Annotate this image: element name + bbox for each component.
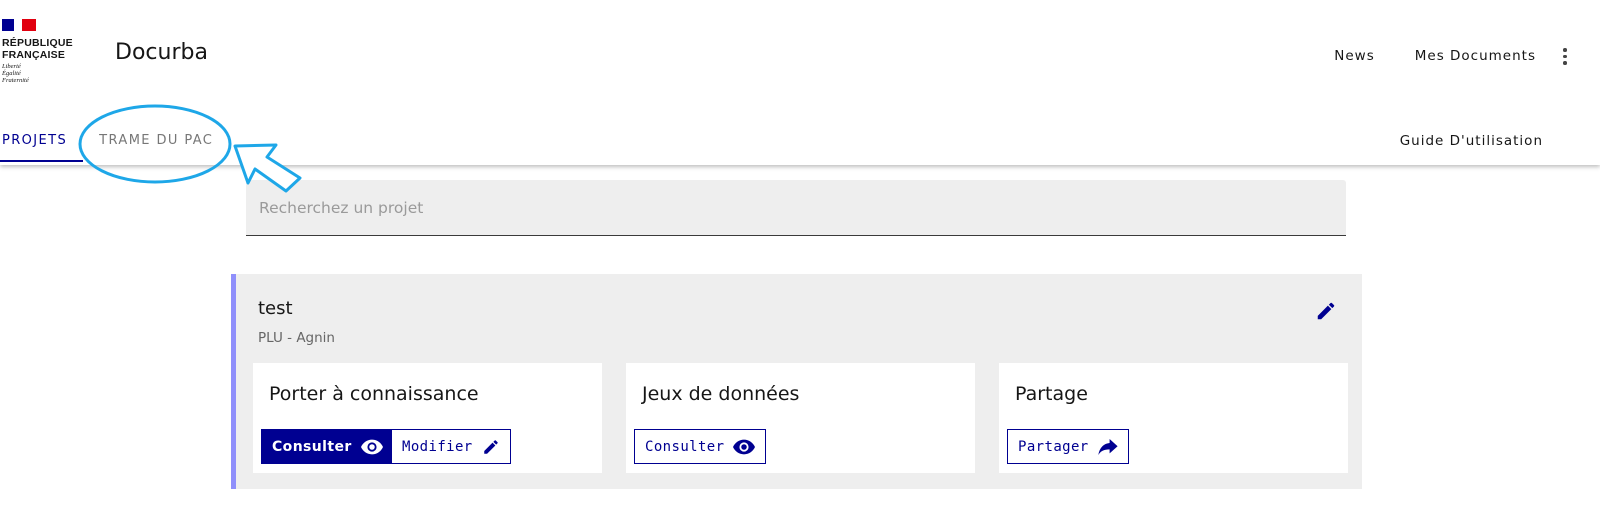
- modifier-pac-button[interactable]: Modifier: [391, 429, 511, 464]
- share-arrow-icon: [1098, 438, 1118, 455]
- porter-a-connaissance-card: Porter à connaissance Consulter Modifier: [253, 363, 602, 473]
- button-label: Consulter: [272, 438, 352, 455]
- republique-francaise-logo[interactable]: RÉPUBLIQUE FRANÇAISE Liberté Égalité Fra…: [2, 19, 73, 84]
- app-title[interactable]: Docurba: [115, 40, 208, 65]
- more-vertical-icon[interactable]: [1562, 48, 1568, 65]
- pencil-icon: [483, 439, 498, 454]
- project-name: test: [258, 298, 293, 319]
- republique-francaise-title: RÉPUBLIQUE FRANÇAISE: [2, 37, 73, 61]
- motto-line: Liberté: [2, 63, 21, 70]
- project-card: test PLU - Agnin Porter à connaissance C…: [231, 274, 1362, 489]
- card-title: Porter à connaissance: [269, 383, 479, 405]
- motto-line: Fraternité: [2, 77, 29, 84]
- card-title: Jeux de données: [642, 383, 800, 405]
- french-flag-icon: [2, 19, 36, 31]
- eye-icon: [360, 439, 383, 454]
- rf-title-line: FRANÇAISE: [2, 49, 66, 61]
- pencil-icon[interactable]: [1315, 300, 1337, 322]
- jeux-de-donnees-card: Jeux de données Consulter: [626, 363, 975, 473]
- tab-projets[interactable]: PROJETS: [0, 124, 84, 162]
- consulter-donnees-button[interactable]: Consulter: [634, 429, 767, 464]
- button-label: Modifier: [402, 438, 473, 455]
- main-tabs: PROJETS TRAME DU PAC: [0, 124, 213, 162]
- button-label: Partager: [1018, 438, 1089, 455]
- button-label: Consulter: [645, 438, 725, 455]
- nav-link-news[interactable]: News: [1334, 48, 1374, 64]
- motto-line: Égalité: [2, 70, 21, 77]
- tab-trame-du-pac[interactable]: TRAME DU PAC: [99, 124, 213, 162]
- project-search-input[interactable]: [246, 180, 1346, 236]
- partager-button[interactable]: Partager: [1007, 429, 1129, 464]
- guide-utilisation-link[interactable]: Guide D'utilisation: [1400, 133, 1543, 149]
- eye-icon: [733, 439, 756, 454]
- nav-link-mes-documents[interactable]: Mes Documents: [1415, 48, 1536, 64]
- rf-title-line: RÉPUBLIQUE: [2, 37, 73, 49]
- card-title: Partage: [1015, 383, 1088, 405]
- project-subtitle: PLU - Agnin: [258, 330, 335, 346]
- partage-card: Partage Partager: [999, 363, 1348, 473]
- consulter-pac-button[interactable]: Consulter: [261, 429, 394, 464]
- site-header: RÉPUBLIQUE FRANÇAISE Liberté Égalité Fra…: [0, 0, 1600, 165]
- republique-motto: Liberté Égalité Fraternité: [2, 63, 73, 84]
- top-nav: News Mes Documents: [1294, 48, 1568, 65]
